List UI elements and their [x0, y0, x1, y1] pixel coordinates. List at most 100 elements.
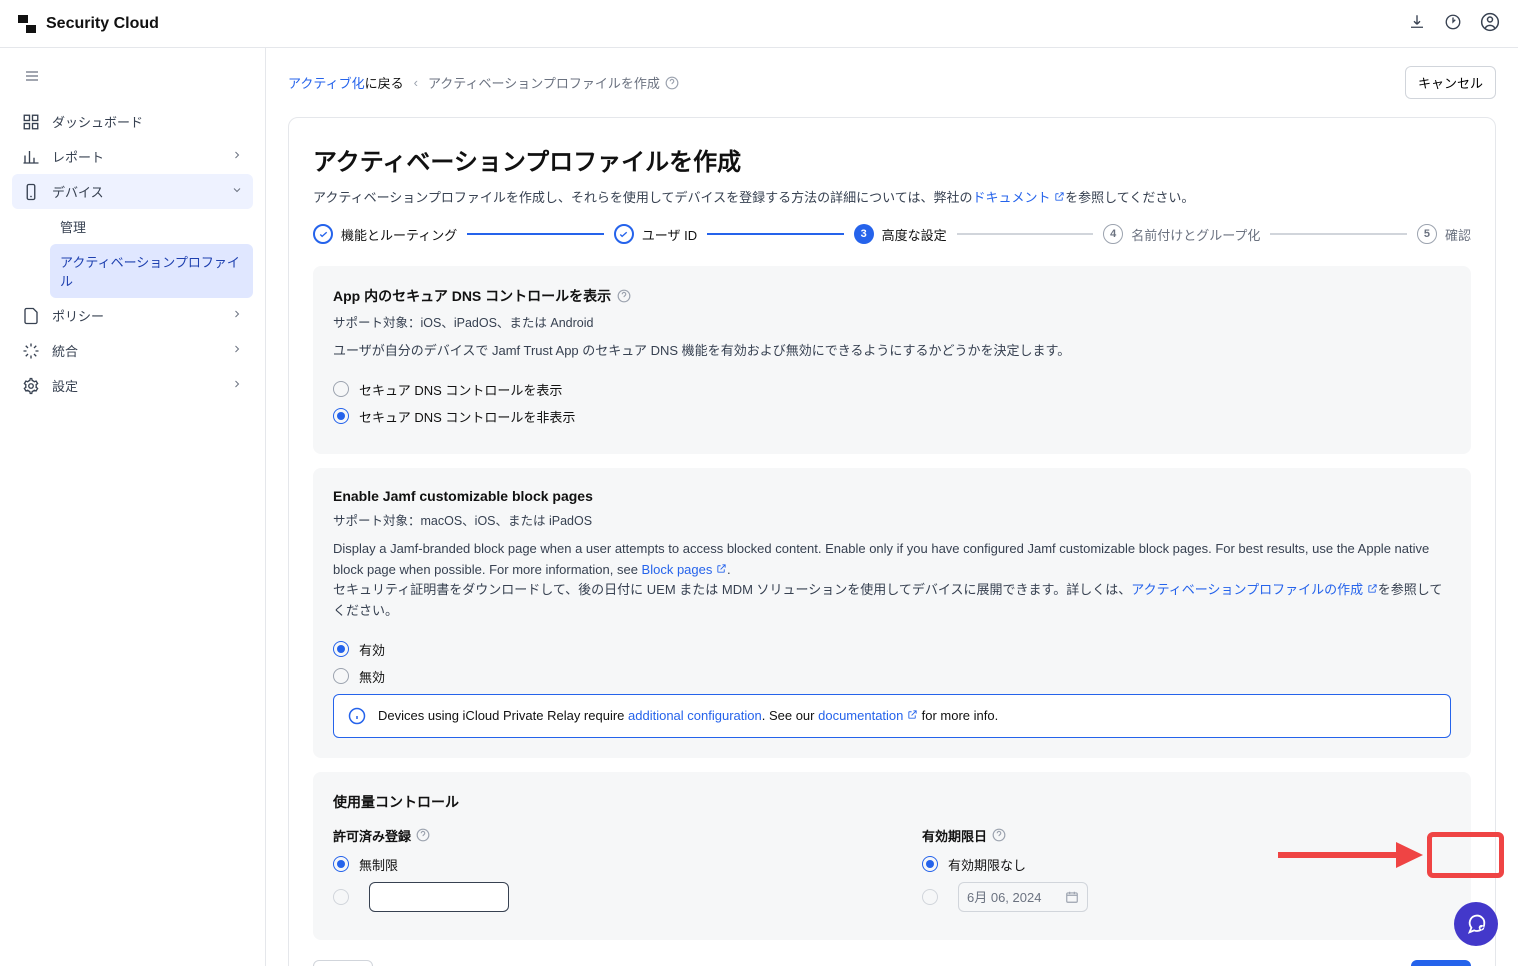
page-title: アクティベーションプロファイルを作成	[313, 142, 1471, 177]
help-icon[interactable]	[992, 828, 1006, 842]
help-icon[interactable]	[617, 289, 631, 303]
cancel-button[interactable]: キャンセル	[1405, 66, 1496, 99]
panel-dns: App 内のセキュア DNS コントロールを表示 サポート対象：iOS、iPad…	[313, 266, 1471, 454]
chevron-right-icon	[231, 308, 243, 323]
nav-label: ダッシュボード	[52, 112, 143, 131]
breadcrumb-current: アクティベーションプロファイルを作成	[428, 73, 660, 92]
radio-block-off[interactable]: 無効	[333, 667, 1451, 686]
chevron-right-icon	[231, 378, 243, 393]
external-icon	[907, 709, 918, 720]
user-icon[interactable]	[1480, 12, 1500, 35]
panel-title: 使用量コントロール	[333, 792, 1451, 812]
radio-icon	[333, 668, 349, 684]
main-content: アクティブ化に戻る ‹ アクティベーションプロファイルを作成 キャンセル アクテ…	[266, 48, 1518, 966]
block-pages-link[interactable]: Block pages	[642, 562, 727, 577]
col-expiry: 有効期限日 有効期限なし 6月 06, 2024	[922, 826, 1451, 920]
nav-devices[interactable]: デバイス	[12, 174, 253, 209]
page-desc: アクティベーションプロファイルを作成し、それらを使用してデバイスを登録する方法の…	[313, 187, 1471, 206]
logo: Security Cloud	[18, 15, 159, 33]
step-3: 3高度な設定	[854, 224, 947, 244]
nav-devices-manage[interactable]: 管理	[50, 209, 253, 244]
app-header: Security Cloud	[0, 0, 1518, 48]
external-icon	[1054, 191, 1065, 202]
nav-label: 統合	[52, 341, 78, 360]
header-actions	[1408, 12, 1500, 35]
radio-block-on[interactable]: 有効	[333, 640, 1451, 659]
panel-title: App 内のセキュア DNS コントロールを表示	[333, 286, 1451, 306]
nav-label: デバイス	[52, 182, 104, 201]
nav-dashboard[interactable]: ダッシュボード	[12, 104, 253, 139]
support-text: サポート対象：macOS、iOS、または iPadOS	[333, 510, 1451, 529]
external-icon	[716, 563, 727, 574]
sidebar: ダッシュボード レポート デバイス 管理 アクティベーションプロファイル ポリシ…	[0, 48, 266, 966]
radio-icon	[922, 856, 938, 872]
check-icon	[318, 229, 329, 240]
panel-desc: Display a Jamf-branded block page when a…	[333, 539, 1451, 622]
radio-icon	[333, 856, 349, 872]
device-icon	[22, 183, 40, 201]
col-registrations: 許可済み登録 無制限	[333, 826, 862, 920]
step-1: 機能とルーティング	[313, 224, 457, 244]
chevron-right-icon	[231, 149, 243, 164]
nav-label: ポリシー	[52, 306, 104, 325]
support-text: サポート対象：iOS、iPadOS、または Android	[333, 312, 1451, 331]
additional-config-link[interactable]: additional configuration	[628, 708, 762, 723]
form-footer: 戻る 次へ	[313, 960, 1471, 966]
activation-profile-link[interactable]: アクティベーションプロファイルの作成	[1131, 582, 1378, 597]
panel-title: Enable Jamf customizable block pages	[333, 488, 1451, 504]
step-2: ユーザ ID	[614, 224, 697, 244]
reg-count-input[interactable]	[369, 882, 509, 912]
info-box: Devices using iCloud Private Relay requi…	[333, 694, 1451, 738]
nav-label: レポート	[52, 147, 104, 166]
radio-reg-unlimited[interactable]: 無制限	[333, 855, 862, 874]
doc-link[interactable]: ドキュメント	[973, 190, 1066, 205]
nav-integrations[interactable]: 統合	[12, 333, 253, 368]
help-icon[interactable]	[665, 76, 679, 90]
product-name: Security Cloud	[46, 15, 159, 33]
integrations-icon	[22, 342, 40, 360]
calendar-icon	[1065, 890, 1079, 904]
radio-icon	[333, 408, 349, 424]
form-card: アクティベーションプロファイルを作成 アクティベーションプロファイルを作成し、そ…	[288, 117, 1496, 966]
documentation-link[interactable]: documentation	[818, 708, 918, 723]
nav-settings[interactable]: 設定	[12, 368, 253, 403]
nav-devices-activation[interactable]: アクティベーションプロファイル	[50, 244, 253, 298]
breadcrumb-link[interactable]: アクティブ化	[288, 76, 365, 91]
next-button[interactable]: 次へ	[1411, 960, 1471, 966]
radio-exp-none[interactable]: 有効期限なし	[922, 855, 1451, 874]
radio-reg-custom[interactable]	[333, 882, 862, 912]
help-icon[interactable]	[416, 828, 430, 842]
download-icon[interactable]	[1408, 13, 1426, 34]
chevron-down-icon	[231, 184, 243, 199]
radio-exp-date[interactable]: 6月 06, 2024	[922, 882, 1451, 912]
step-5: 5確認	[1417, 224, 1471, 244]
external-icon	[1367, 583, 1378, 594]
info-icon	[348, 707, 366, 725]
policy-icon	[22, 307, 40, 325]
chat-icon	[1465, 913, 1487, 935]
breadcrumb-sep: ‹	[414, 75, 418, 90]
help-icon[interactable]	[1444, 13, 1462, 34]
chart-icon	[22, 148, 40, 166]
panel-usage: 使用量コントロール 許可済み登録 無制限 有効期限日 有効期限なし 6月 06,…	[313, 772, 1471, 940]
breadcrumb: アクティブ化に戻る ‹ アクティベーションプロファイルを作成 キャンセル	[288, 66, 1496, 99]
chat-fab[interactable]	[1454, 902, 1498, 946]
check-icon	[618, 229, 629, 240]
gear-icon	[22, 377, 40, 395]
radio-icon	[333, 889, 349, 905]
radio-dns-show[interactable]: セキュア DNS コントロールを表示	[333, 380, 1451, 399]
step-4: 4名前付けとグループ化	[1103, 224, 1260, 244]
panel-desc: ユーザが自分のデバイスで Jamf Trust App のセキュア DNS 機能…	[333, 341, 1451, 362]
menu-toggle-icon[interactable]	[18, 62, 46, 90]
nav-reports[interactable]: レポート	[12, 139, 253, 174]
nav-label: 設定	[52, 376, 78, 395]
logo-icon	[18, 15, 36, 33]
panel-block-pages: Enable Jamf customizable block pages サポー…	[313, 468, 1471, 758]
breadcrumb-back: に戻る	[365, 76, 404, 91]
date-input[interactable]: 6月 06, 2024	[958, 882, 1088, 912]
radio-dns-hide[interactable]: セキュア DNS コントロールを非表示	[333, 407, 1451, 426]
chevron-right-icon	[231, 343, 243, 358]
back-button[interactable]: 戻る	[313, 960, 373, 966]
nav-policy[interactable]: ポリシー	[12, 298, 253, 333]
radio-icon	[922, 889, 938, 905]
